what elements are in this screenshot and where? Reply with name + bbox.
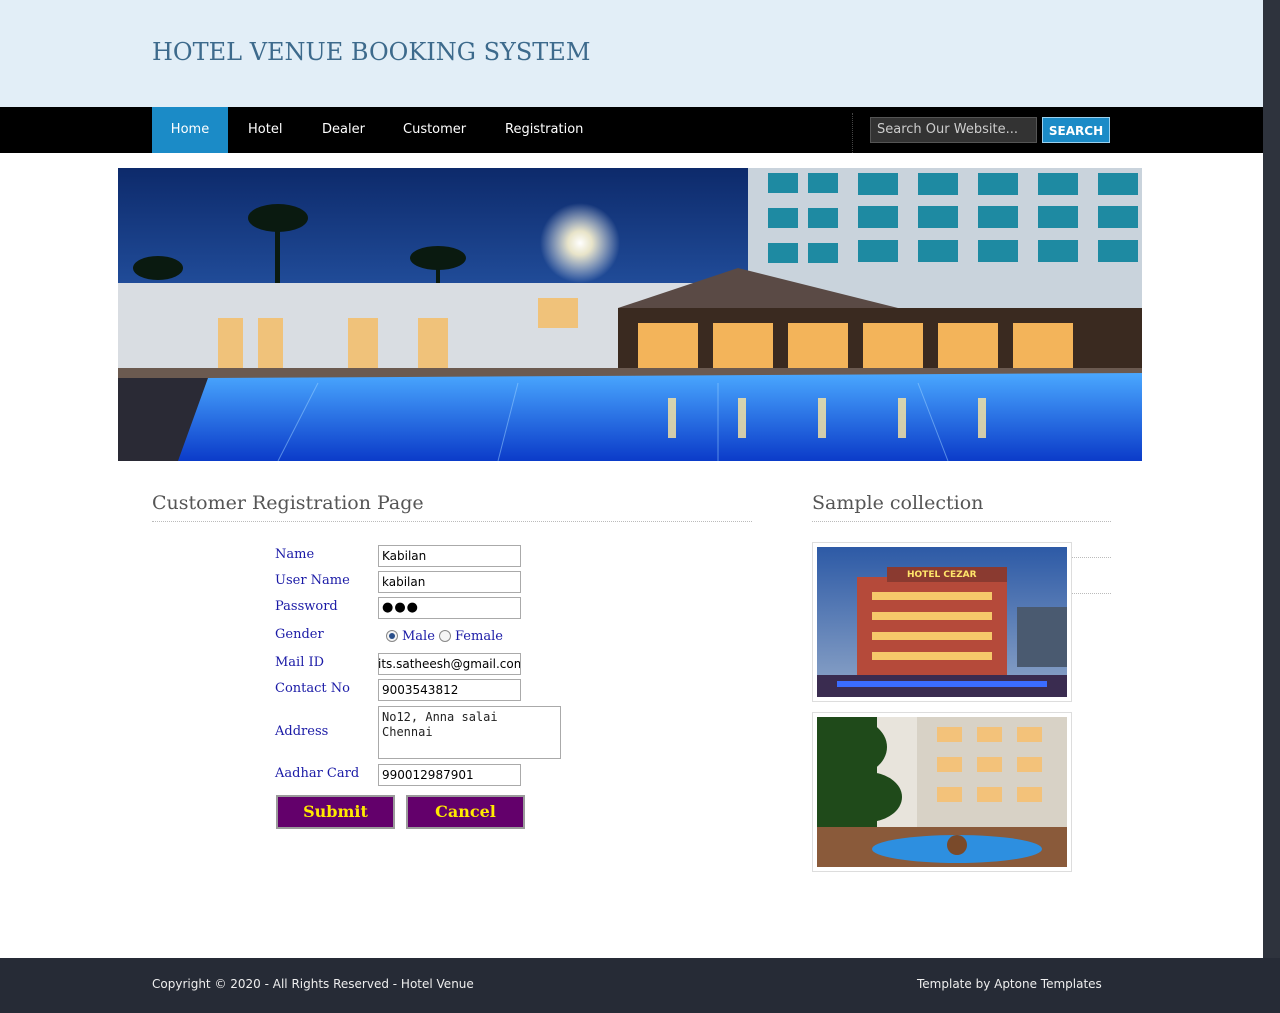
address-textarea[interactable]: No12, Anna salai Chennai [378, 706, 561, 759]
nav-item-customer[interactable]: Customer [403, 107, 466, 153]
submit-button[interactable]: Submit [276, 795, 395, 829]
search-button[interactable]: SEARCH [1042, 117, 1110, 143]
mail-label: Mail ID [275, 655, 325, 670]
sample-hotel-image-1[interactable]: HOTEL CEZAR [812, 542, 1072, 702]
footer-copyright: Copyright © 2020 - All Rights Reserved -… [152, 977, 474, 991]
site-title: HOTEL VENUE BOOKING SYSTEM [152, 38, 591, 66]
sidebar-dotted-line [1072, 593, 1111, 594]
nav-item-home[interactable]: Home [152, 107, 228, 153]
aadhar-label: Aadhar Card [275, 766, 360, 781]
registration-page-title: Customer Registration Page [152, 492, 424, 514]
username-input[interactable]: kabilan [378, 571, 521, 593]
nav-item-dealer[interactable]: Dealer [322, 107, 365, 153]
cancel-button[interactable]: Cancel [406, 795, 525, 829]
sidebar-dotted-line [1072, 557, 1111, 558]
gender-male-label: Male [402, 629, 435, 644]
site-header: HOTEL VENUE BOOKING SYSTEM [0, 0, 1263, 107]
nav-item-registration[interactable]: Registration [505, 107, 583, 153]
sample-hotel-image-2[interactable] [807, 712, 1072, 872]
nav-item-hotel[interactable]: Hotel [248, 107, 282, 153]
gender-male-radio[interactable] [386, 630, 398, 642]
contact-label: Contact No [275, 681, 350, 696]
title-divider [152, 521, 752, 522]
password-label: Password [275, 599, 338, 614]
gender-female-radio[interactable] [439, 630, 451, 642]
search-input[interactable]: Search Our Website... [870, 117, 1037, 143]
name-input[interactable]: Kabilan [378, 545, 521, 567]
gender-label: Gender [275, 627, 324, 642]
sidebar-title: Sample collection [812, 492, 984, 514]
footer-credit[interactable]: Template by Aptone Templates [917, 977, 1102, 991]
mail-input[interactable]: its.satheesh@gmail.com [378, 653, 521, 675]
aadhar-input[interactable]: 990012987901 [378, 764, 521, 786]
page: HOTEL VENUE BOOKING SYSTEM Home Hotel De… [0, 0, 1263, 1013]
hero-banner-image [118, 168, 1142, 461]
password-input[interactable]: ●●● [378, 597, 521, 619]
gender-female-label: Female [455, 629, 503, 644]
contact-input[interactable]: 9003543812 [378, 679, 521, 701]
sidebar-divider [812, 521, 1111, 522]
username-label: User Name [275, 573, 350, 588]
scrollbar[interactable] [1263, 0, 1280, 958]
address-label: Address [275, 724, 329, 739]
nav-divider [852, 113, 853, 153]
name-label: Name [275, 547, 315, 562]
hotel-sign-text: HOTEL CEZAR [907, 570, 977, 580]
